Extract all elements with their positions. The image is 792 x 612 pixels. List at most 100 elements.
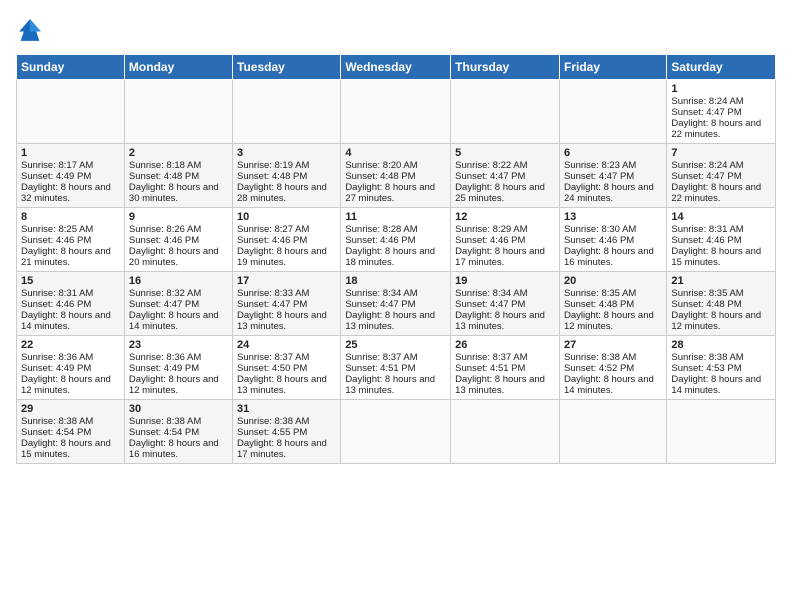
- sunset-text: Sunset: 4:52 PM: [564, 363, 634, 374]
- day-number: 1: [671, 83, 771, 95]
- day-number: 16: [129, 275, 228, 287]
- calendar-cell: 17 Sunrise: 8:33 AM Sunset: 4:47 PM Dayl…: [233, 272, 341, 336]
- daylight-text: Daylight: 8 hours and 14 minutes.: [21, 310, 111, 332]
- daylight-text: Daylight: 8 hours and 27 minutes.: [345, 182, 435, 204]
- calendar-week: 29 Sunrise: 8:38 AM Sunset: 4:54 PM Dayl…: [17, 400, 776, 464]
- daylight-text: Daylight: 8 hours and 20 minutes.: [129, 246, 219, 268]
- daylight-text: Daylight: 8 hours and 13 minutes.: [345, 374, 435, 396]
- sunrise-text: Sunrise: 8:18 AM: [129, 160, 201, 171]
- sunset-text: Sunset: 4:46 PM: [455, 235, 525, 246]
- day-number: 21: [671, 275, 771, 287]
- calendar-cell: 25 Sunrise: 8:37 AM Sunset: 4:51 PM Dayl…: [341, 336, 451, 400]
- sunset-text: Sunset: 4:49 PM: [129, 363, 199, 374]
- calendar-cell: 5 Sunrise: 8:22 AM Sunset: 4:47 PM Dayli…: [451, 144, 560, 208]
- day-header: Sunday: [17, 55, 125, 80]
- calendar-cell: 16 Sunrise: 8:32 AM Sunset: 4:47 PM Dayl…: [124, 272, 232, 336]
- day-header: Friday: [559, 55, 666, 80]
- sunrise-text: Sunrise: 8:38 AM: [671, 352, 743, 363]
- daylight-text: Daylight: 8 hours and 13 minutes.: [345, 310, 435, 332]
- sunset-text: Sunset: 4:49 PM: [21, 363, 91, 374]
- sunset-text: Sunset: 4:47 PM: [455, 299, 525, 310]
- day-number: 18: [345, 275, 446, 287]
- day-number: 30: [129, 403, 228, 415]
- sunset-text: Sunset: 4:48 PM: [564, 299, 634, 310]
- calendar-cell: 26 Sunrise: 8:37 AM Sunset: 4:51 PM Dayl…: [451, 336, 560, 400]
- sunset-text: Sunset: 4:46 PM: [237, 235, 307, 246]
- daylight-text: Daylight: 8 hours and 13 minutes.: [455, 310, 545, 332]
- day-number: 19: [455, 275, 555, 287]
- sunrise-text: Sunrise: 8:28 AM: [345, 224, 417, 235]
- daylight-text: Daylight: 8 hours and 12 minutes.: [671, 310, 761, 332]
- daylight-text: Daylight: 8 hours and 16 minutes.: [564, 246, 654, 268]
- sunset-text: Sunset: 4:47 PM: [671, 171, 741, 182]
- calendar-cell: 12 Sunrise: 8:29 AM Sunset: 4:46 PM Dayl…: [451, 208, 560, 272]
- day-number: 23: [129, 339, 228, 351]
- calendar-cell: 4 Sunrise: 8:20 AM Sunset: 4:48 PM Dayli…: [341, 144, 451, 208]
- sunrise-text: Sunrise: 8:30 AM: [564, 224, 636, 235]
- day-number: 13: [564, 211, 662, 223]
- sunrise-text: Sunrise: 8:22 AM: [455, 160, 527, 171]
- calendar-cell: 27 Sunrise: 8:38 AM Sunset: 4:52 PM Dayl…: [559, 336, 666, 400]
- daylight-text: Daylight: 8 hours and 22 minutes.: [671, 118, 761, 140]
- calendar-cell: 22 Sunrise: 8:36 AM Sunset: 4:49 PM Dayl…: [17, 336, 125, 400]
- calendar-cell: 19 Sunrise: 8:34 AM Sunset: 4:47 PM Dayl…: [451, 272, 560, 336]
- day-number: 2: [129, 147, 228, 159]
- daylight-text: Daylight: 8 hours and 12 minutes.: [129, 374, 219, 396]
- day-number: 25: [345, 339, 446, 351]
- daylight-text: Daylight: 8 hours and 28 minutes.: [237, 182, 327, 204]
- sunrise-text: Sunrise: 8:27 AM: [237, 224, 309, 235]
- sunrise-text: Sunrise: 8:17 AM: [21, 160, 93, 171]
- calendar-week: 8 Sunrise: 8:25 AM Sunset: 4:46 PM Dayli…: [17, 208, 776, 272]
- calendar-cell: 6 Sunrise: 8:23 AM Sunset: 4:47 PM Dayli…: [559, 144, 666, 208]
- sunrise-text: Sunrise: 8:37 AM: [237, 352, 309, 363]
- daylight-text: Daylight: 8 hours and 12 minutes.: [564, 310, 654, 332]
- day-number: 27: [564, 339, 662, 351]
- calendar-cell: 21 Sunrise: 8:35 AM Sunset: 4:48 PM Dayl…: [667, 272, 776, 336]
- day-number: 9: [129, 211, 228, 223]
- calendar-cell: [341, 80, 451, 144]
- sunrise-text: Sunrise: 8:35 AM: [564, 288, 636, 299]
- sunset-text: Sunset: 4:46 PM: [21, 299, 91, 310]
- sunset-text: Sunset: 4:47 PM: [345, 299, 415, 310]
- sunrise-text: Sunrise: 8:36 AM: [21, 352, 93, 363]
- logo: [16, 16, 48, 44]
- calendar-week: 1 Sunrise: 8:24 AM Sunset: 4:47 PM Dayli…: [17, 80, 776, 144]
- sunset-text: Sunset: 4:54 PM: [129, 427, 199, 438]
- day-number: 7: [671, 147, 771, 159]
- day-number: 3: [237, 147, 336, 159]
- daylight-text: Daylight: 8 hours and 25 minutes.: [455, 182, 545, 204]
- sunset-text: Sunset: 4:46 PM: [345, 235, 415, 246]
- day-header: Wednesday: [341, 55, 451, 80]
- sunset-text: Sunset: 4:47 PM: [671, 107, 741, 118]
- calendar-table: SundayMondayTuesdayWednesdayThursdayFrid…: [16, 54, 776, 464]
- calendar-cell: 13 Sunrise: 8:30 AM Sunset: 4:46 PM Dayl…: [559, 208, 666, 272]
- day-number: 14: [671, 211, 771, 223]
- sunrise-text: Sunrise: 8:32 AM: [129, 288, 201, 299]
- calendar-cell: 7 Sunrise: 8:24 AM Sunset: 4:47 PM Dayli…: [667, 144, 776, 208]
- day-number: 8: [21, 211, 120, 223]
- sunrise-text: Sunrise: 8:37 AM: [455, 352, 527, 363]
- daylight-text: Daylight: 8 hours and 32 minutes.: [21, 182, 111, 204]
- day-number: 1: [21, 147, 120, 159]
- calendar-week: 22 Sunrise: 8:36 AM Sunset: 4:49 PM Dayl…: [17, 336, 776, 400]
- daylight-text: Daylight: 8 hours and 14 minutes.: [671, 374, 761, 396]
- calendar-cell: 28 Sunrise: 8:38 AM Sunset: 4:53 PM Dayl…: [667, 336, 776, 400]
- calendar-cell: [667, 400, 776, 464]
- sunrise-text: Sunrise: 8:29 AM: [455, 224, 527, 235]
- page: SundayMondayTuesdayWednesdayThursdayFrid…: [0, 0, 792, 612]
- daylight-text: Daylight: 8 hours and 15 minutes.: [671, 246, 761, 268]
- day-number: 4: [345, 147, 446, 159]
- day-number: 20: [564, 275, 662, 287]
- calendar-cell: 14 Sunrise: 8:31 AM Sunset: 4:46 PM Dayl…: [667, 208, 776, 272]
- day-number: 26: [455, 339, 555, 351]
- sunrise-text: Sunrise: 8:37 AM: [345, 352, 417, 363]
- calendar-cell: 10 Sunrise: 8:27 AM Sunset: 4:46 PM Dayl…: [233, 208, 341, 272]
- calendar-cell: [124, 80, 232, 144]
- sunset-text: Sunset: 4:47 PM: [129, 299, 199, 310]
- sunset-text: Sunset: 4:47 PM: [237, 299, 307, 310]
- day-number: 22: [21, 339, 120, 351]
- daylight-text: Daylight: 8 hours and 14 minutes.: [129, 310, 219, 332]
- sunset-text: Sunset: 4:47 PM: [564, 171, 634, 182]
- sunset-text: Sunset: 4:47 PM: [455, 171, 525, 182]
- sunset-text: Sunset: 4:51 PM: [455, 363, 525, 374]
